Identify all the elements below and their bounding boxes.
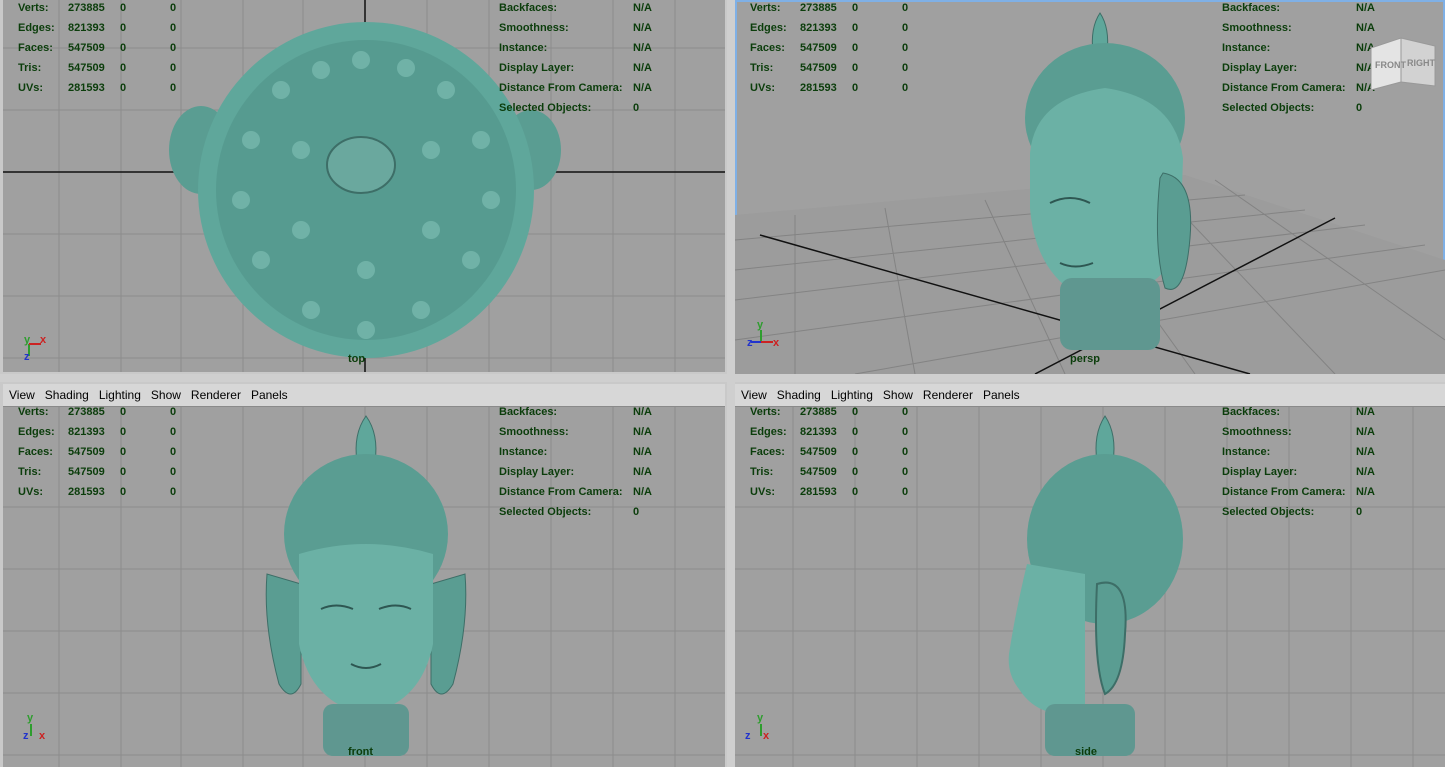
viewport-front[interactable]: View Shading Lighting Show Renderer Pane… bbox=[3, 384, 725, 767]
camera-name: persp bbox=[1070, 353, 1100, 365]
svg-text:RIGHT: RIGHT bbox=[1407, 58, 1436, 68]
viewport-persp[interactable]: Verts: 273885 0 0 Edges: 821393 0 0 Faces: 5475… bbox=[735, 0, 1445, 374]
menu-view[interactable]: View bbox=[9, 388, 35, 402]
buddha-head-model[interactable] bbox=[1015, 8, 1205, 358]
camera-name: side bbox=[1075, 746, 1098, 758]
viewport-splitter-vertical[interactable] bbox=[727, 0, 735, 767]
camera-name: front bbox=[348, 746, 374, 758]
svg-text:x: x bbox=[40, 334, 47, 346]
menu-show[interactable]: Show bbox=[883, 388, 913, 402]
menu-renderer[interactable]: Renderer bbox=[923, 388, 973, 402]
svg-text:y: y bbox=[24, 334, 31, 346]
buddha-head-model[interactable] bbox=[261, 414, 471, 759]
axis-gizmo-icon: y z x bbox=[23, 712, 46, 742]
svg-text:z: z bbox=[24, 351, 30, 363]
axis-gizmo-icon: y x z bbox=[24, 334, 47, 363]
menu-shading[interactable]: Shading bbox=[45, 388, 89, 402]
viewcube-icon[interactable]: FRONT RIGHT bbox=[1367, 34, 1439, 90]
svg-text:z: z bbox=[747, 337, 753, 349]
hud-poly-count: Verts: 273885 0 0 Edges: 821393 0 0 Faces: 5475… bbox=[18, 0, 176, 98]
svg-text:y: y bbox=[757, 712, 764, 724]
svg-text:FRONT: FRONT bbox=[1375, 60, 1406, 70]
hud-object-details: Backfaces: N/A Smoothness: N/A Instance: N/… bbox=[499, 406, 652, 518]
menu-renderer[interactable]: Renderer bbox=[191, 388, 241, 402]
viewport-splitter-horizontal[interactable] bbox=[0, 374, 1445, 382]
svg-text:x: x bbox=[773, 337, 780, 349]
menu-panels[interactable]: Panels bbox=[983, 388, 1020, 402]
hud-object-details: Backfaces: N/A Smoothness: N/A Instance: N/… bbox=[1222, 2, 1375, 114]
svg-text:x: x bbox=[763, 730, 770, 742]
hud-poly-count: Verts: 273885 0 0 Edges: 821393 0 0 Faces: 5475… bbox=[750, 2, 909, 94]
menu-view[interactable]: View bbox=[741, 388, 767, 402]
axis-gizmo-icon: y z x bbox=[745, 712, 770, 742]
viewport-side[interactable]: View Shading Lighting Show Renderer Pane… bbox=[735, 384, 1445, 767]
viewport-top[interactable]: Verts: 273885 0 0 Edges: 821393 0 0 Faces: 5475… bbox=[3, 0, 725, 372]
buddha-head-model[interactable] bbox=[1005, 414, 1185, 759]
svg-text:x: x bbox=[39, 730, 46, 742]
menu-lighting[interactable]: Lighting bbox=[831, 388, 873, 402]
camera-name: top bbox=[348, 353, 366, 365]
hud-label: Verts: bbox=[18, 2, 49, 14]
axis-gizmo-icon: y z x bbox=[747, 319, 780, 349]
svg-text:y: y bbox=[757, 319, 764, 331]
hud-object-details: Backfaces: N/A Smoothness: N/A Instance: N/… bbox=[1222, 406, 1375, 518]
svg-text:z: z bbox=[23, 730, 29, 742]
hud-poly-count: Verts: 273885 0 0 Edges: 821393 0 0 Faces: 5475… bbox=[18, 406, 177, 498]
menu-shading[interactable]: Shading bbox=[777, 388, 821, 402]
menu-lighting[interactable]: Lighting bbox=[99, 388, 141, 402]
hud-poly-count: Verts: 273885 0 0 Edges: 821393 0 0 Faces: 5475… bbox=[750, 406, 909, 498]
menu-panels[interactable]: Panels bbox=[251, 388, 288, 402]
menu-show[interactable]: Show bbox=[151, 388, 181, 402]
svg-text:z: z bbox=[745, 730, 751, 742]
svg-text:y: y bbox=[27, 712, 34, 724]
hud-object-details: Backfaces: N/A Smoothness: N/A Instance: N/… bbox=[499, 2, 652, 114]
